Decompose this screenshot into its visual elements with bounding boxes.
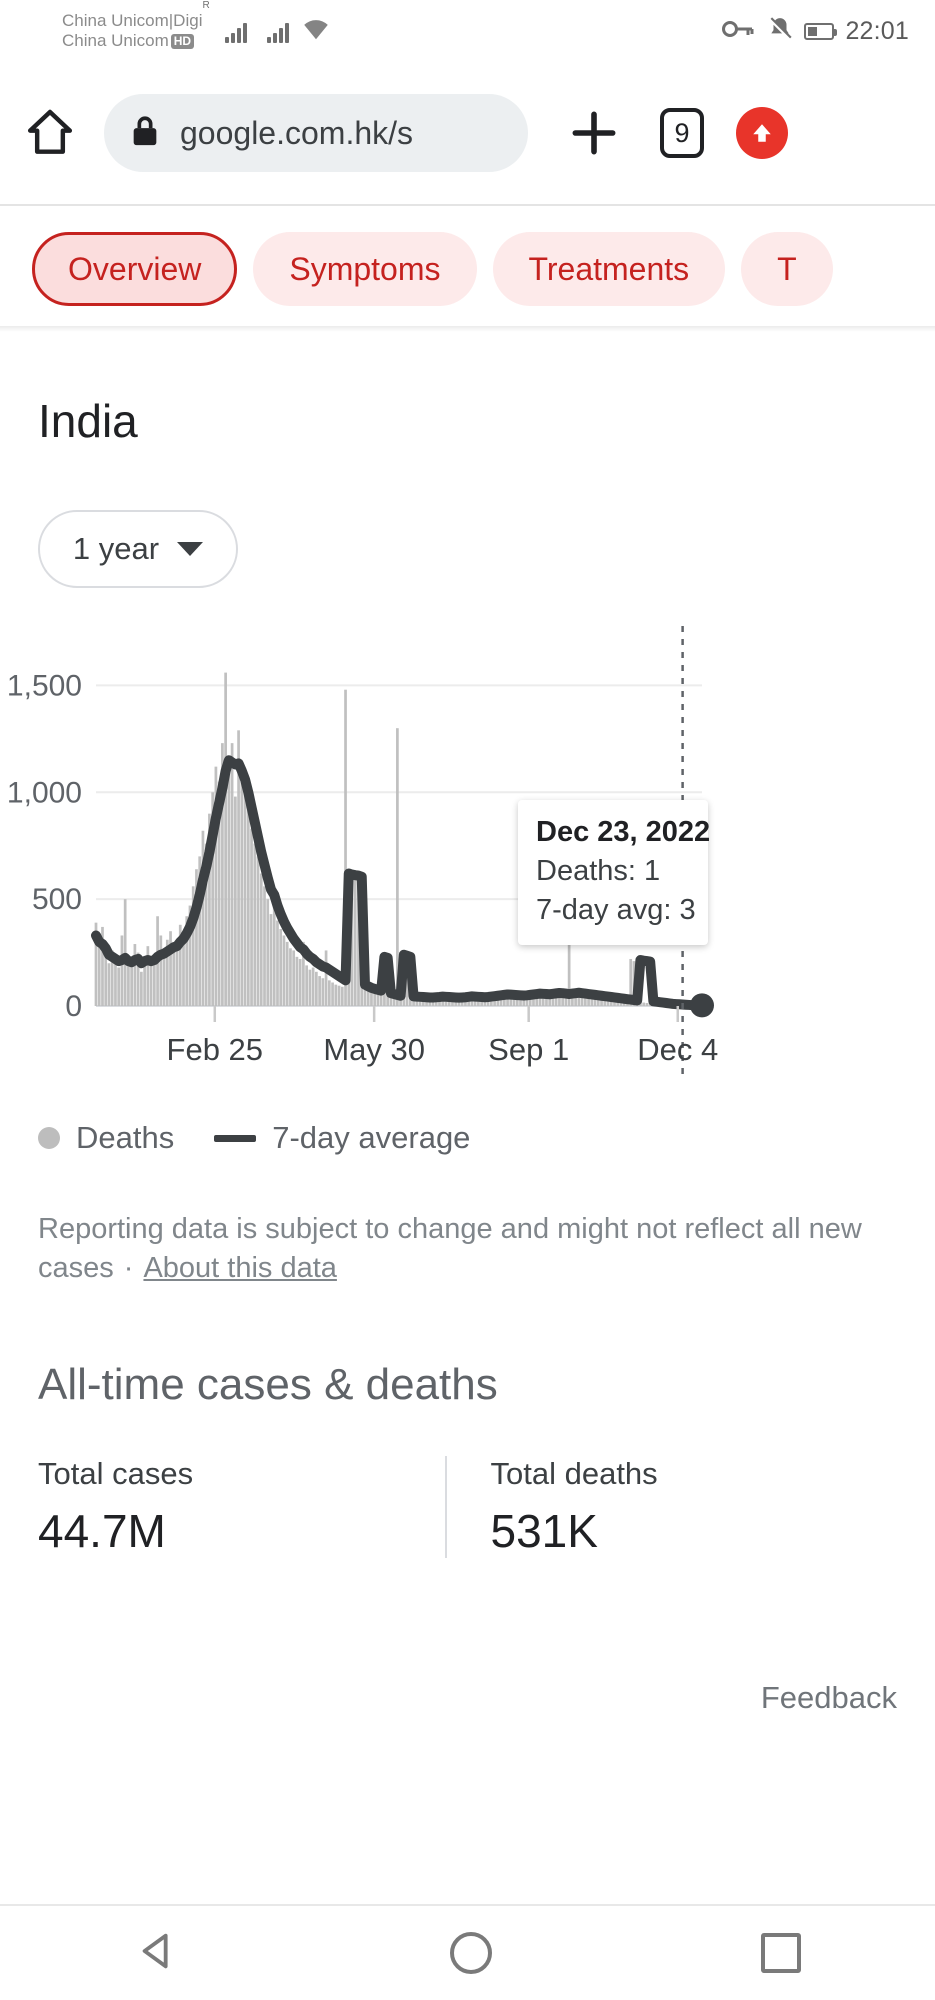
status-bar: China Unicom|Digi China Unicom HD R 22:01 [0,0,935,62]
main-content: India 1 year 0 500 1,000 1,500 Feb 25 May 30 S… [0,338,935,1716]
phone-screen: China Unicom|Digi China Unicom HD R 22:01 [0,0,935,2000]
battery-icon [804,22,838,40]
stat-value-total-cases: 44.7M [38,1505,166,1558]
upload-arrow-icon[interactable] [736,107,788,159]
stat-total-deaths: Total deaths 531K [444,1456,898,1559]
signal-icon [224,19,247,43]
svg-text:1,000: 1,000 [7,776,82,809]
url-bar[interactable]: google.com.hk/s [104,94,528,172]
tooltip-deaths: Deaths: 1 [536,855,661,887]
lock-icon [130,114,160,153]
wifi-icon [301,17,331,46]
back-triangle-icon[interactable] [135,1928,181,1979]
legend-line-icon [214,1134,257,1142]
stat-total-cases: Total cases 44.7M [38,1456,445,1558]
hd-badge: HD [170,34,195,49]
legend-label-average: 7-day average [272,1120,471,1155]
svg-text:May 30: May 30 [323,1032,425,1067]
about-this-data-link[interactable]: About this data [143,1252,336,1284]
signal-icon-2 [266,19,289,43]
tab-symptoms[interactable]: Symptoms [253,232,477,306]
plus-icon[interactable] [566,105,622,161]
tab-overview[interactable]: Overview [32,232,238,306]
carrier-info: China Unicom|Digi China Unicom HD [62,11,202,51]
chevron-down-icon [177,542,204,556]
clock: 22:01 [845,16,909,45]
legend-label-deaths: Deaths [76,1120,175,1155]
carrier-line-1: China Unicom|Digi [62,10,203,30]
url-text: google.com.hk/s [180,114,414,151]
chart-canvas: 0 500 1,000 1,500 Feb 25 May 30 Sep 1 Dec 4 [7,626,718,1078]
roaming-indicator: R [202,0,210,11]
vpn-key-icon [722,18,756,45]
time-range-selector[interactable]: 1 year [38,510,238,588]
svg-text:Sep 1: Sep 1 [488,1032,569,1067]
notifications-off-icon [767,16,793,47]
stat-label-total-cases: Total cases [38,1456,194,1492]
system-navigation-bar [0,1904,935,2000]
stat-value-total-deaths: 531K [490,1505,598,1558]
chart-tooltip: Dec 23, 2022 Deaths: 1 7-day avg: 3 [518,800,711,945]
page-title: India [38,395,138,447]
all-time-stats: Total cases 44.7M Total deaths 531K [0,1410,935,1559]
legend-item-deaths: Deaths [38,1120,174,1156]
stat-label-total-deaths: Total deaths [490,1456,658,1492]
svg-text:Feb 25: Feb 25 [167,1032,264,1067]
feedback-link[interactable]: Feedback [0,1618,935,1716]
home-circle-icon[interactable] [449,1932,492,1974]
svg-text:500: 500 [32,883,82,916]
data-disclaimer: Reporting data is subject to change and … [0,1156,935,1288]
tab-count-button[interactable]: 9 [660,108,704,158]
carrier-line-2: China Unicom HD [62,31,202,51]
tooltip-avg: 7-day avg: 3 [536,894,696,926]
disclaimer-separator: · [123,1252,134,1285]
svg-text:0: 0 [65,990,82,1023]
status-right-group: 22:01 [722,16,909,47]
tab-overflow[interactable]: T [741,232,833,306]
recents-square-icon[interactable] [760,1933,801,1973]
all-time-heading: All-time cases & deaths [38,1360,498,1410]
browser-toolbar: google.com.hk/s 9 [0,62,935,204]
legend-dot-icon [38,1127,60,1149]
category-tabs: Overview Symptoms Treatments T [0,204,935,332]
tooltip-date: Dec 23, 2022 [536,816,711,848]
home-icon[interactable] [22,105,78,161]
chart-legend: Deaths 7-day average [0,1098,935,1156]
legend-item-average: 7-day average [214,1120,470,1156]
svg-text:Dec 4: Dec 4 [637,1032,718,1067]
tab-treatments[interactable]: Treatments [492,232,726,306]
time-range-label: 1 year [72,531,160,566]
svg-text:1,500: 1,500 [7,669,82,702]
deaths-chart[interactable]: 0 500 1,000 1,500 Feb 25 May 30 Sep 1 Dec 4 Dec… [0,618,935,1098]
